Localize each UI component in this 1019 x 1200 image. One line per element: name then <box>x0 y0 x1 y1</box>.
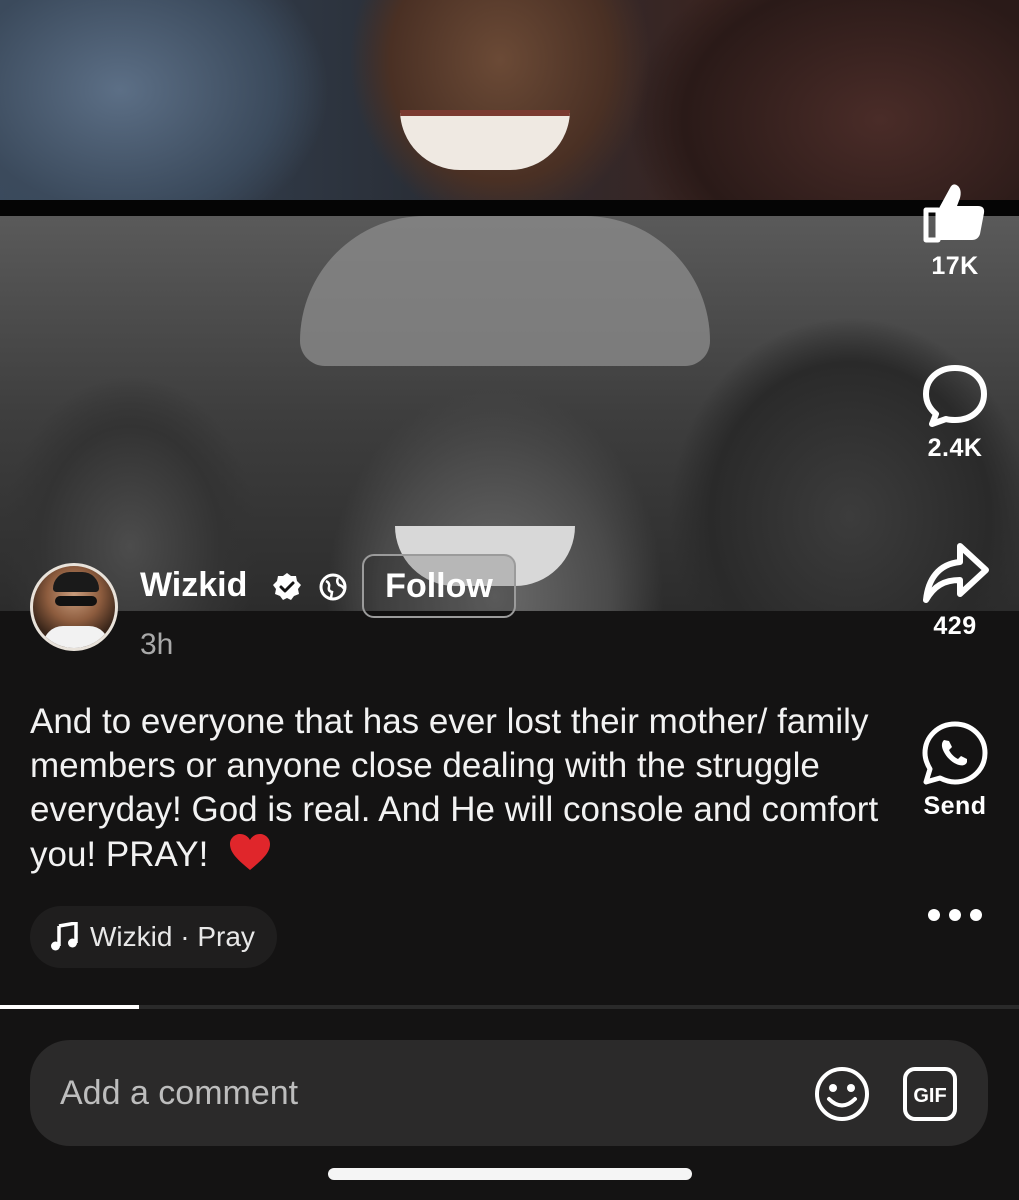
share-count: 429 <box>933 612 977 640</box>
video-progress-track[interactable] <box>0 1005 1019 1009</box>
music-label: Wizkid · Pray <box>90 921 255 952</box>
share-icon <box>923 543 989 603</box>
like-button[interactable]: 17K <box>900 180 1010 281</box>
comment-button[interactable]: 2.4K <box>900 362 1010 463</box>
author-name[interactable]: Wizkid <box>140 566 247 605</box>
gif-icon[interactable]: GIF <box>902 1066 958 1122</box>
video-subject-headwrap <box>300 216 710 366</box>
svg-text:GIF: GIF <box>913 1085 946 1107</box>
send-label: Send <box>923 792 987 820</box>
more-icon[interactable] <box>926 905 984 925</box>
music-pill[interactable]: Wizkid · Pray <box>30 906 277 968</box>
video-subject-smile <box>400 110 570 170</box>
like-count: 17K <box>931 252 979 280</box>
post-timestamp: 3h <box>140 628 174 661</box>
share-button[interactable]: 429 <box>900 540 1010 641</box>
author-avatar[interactable] <box>30 563 118 651</box>
whatsapp-icon <box>922 721 988 785</box>
music-note-icon <box>51 922 78 951</box>
heart-icon <box>230 834 271 870</box>
send-button[interactable]: Send <box>900 720 1010 821</box>
follow-button[interactable]: Follow <box>362 554 516 618</box>
verified-icon <box>273 573 301 600</box>
avatar-hat <box>53 572 99 592</box>
video-progress-fill <box>0 1005 139 1009</box>
comment-icon <box>923 365 987 427</box>
comment-count: 2.4K <box>927 434 983 462</box>
comment-bar: GIF <box>30 1040 988 1146</box>
video-frame-top[interactable] <box>0 0 1019 200</box>
video-frame-main[interactable] <box>0 216 1019 611</box>
like-icon <box>923 184 985 243</box>
post-caption: And to everyone that has ever lost their… <box>30 700 910 877</box>
post-caption-text: And to everyone that has ever lost their… <box>30 702 879 874</box>
comment-input[interactable] <box>60 1068 760 1118</box>
avatar-shirt <box>43 626 109 648</box>
emoji-icon[interactable] <box>812 1064 872 1124</box>
home-indicator <box>328 1168 692 1180</box>
avatar-glasses <box>55 596 97 606</box>
video-divider <box>0 200 1019 216</box>
globe-icon <box>319 573 347 601</box>
